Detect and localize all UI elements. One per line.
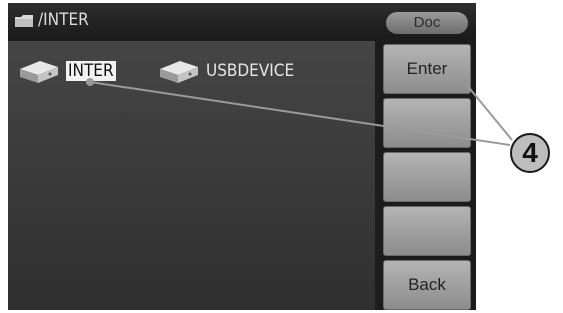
enter-button[interactable]: Enter [383, 44, 471, 94]
file-label: INTER [66, 61, 116, 81]
file-label: USBDEVICE [206, 61, 295, 81]
file-list: INTER USBDEVICE [8, 41, 375, 310]
disk-drive-icon [20, 61, 58, 83]
file-item-inter[interactable]: INTER [16, 57, 126, 87]
softkey-2-button[interactable] [383, 98, 471, 148]
title-bar: /INTER Doc [8, 3, 476, 39]
current-path: /INTER [38, 10, 89, 30]
softkey-panel: Enter Back [379, 41, 476, 310]
softkey-4-button[interactable] [383, 206, 471, 256]
file-item-usbdevice[interactable]: USBDEVICE [156, 57, 306, 87]
folder-icon [15, 15, 33, 27]
disk-drive-icon [160, 61, 198, 83]
softkey-3-button[interactable] [383, 152, 471, 202]
back-button[interactable]: Back [383, 260, 471, 310]
callout-number: 4 [522, 137, 538, 168]
file-browser-screen: /INTER Doc INTER USBDEVICE Enter Back [8, 3, 476, 310]
doc-mode-button[interactable]: Doc [386, 12, 468, 34]
